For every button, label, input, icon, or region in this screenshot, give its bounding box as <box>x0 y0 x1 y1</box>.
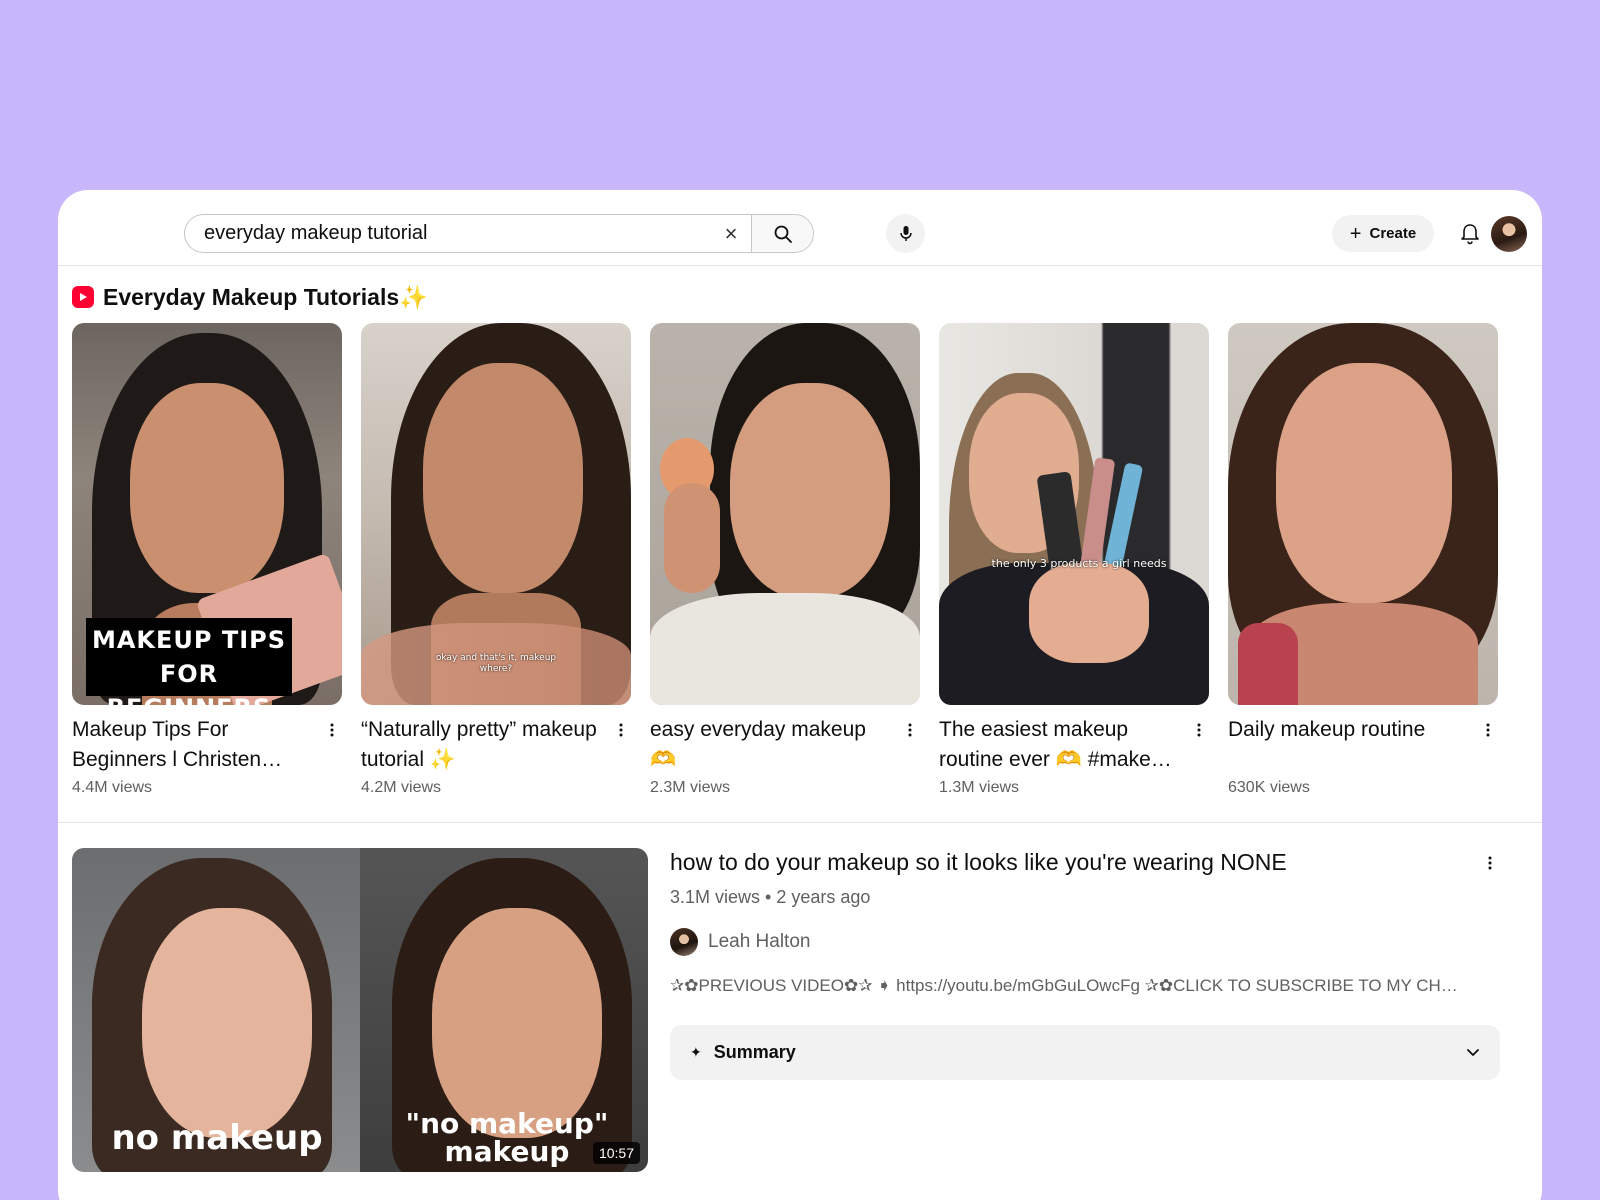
short-thumbnail[interactable]: the only 3 products a girl needs <box>939 323 1209 705</box>
more-vertical-icon <box>619 723 623 737</box>
short-card[interactable]: easy everyday makeup 🫶 2.3M views <box>650 323 920 797</box>
short-thumbnail[interactable]: okay and that's it, makeup where? <box>361 323 631 705</box>
short-thumbnail[interactable] <box>1228 323 1498 705</box>
thumbnail-overlay-text: MAKEUP TIPS FOR BEGINNERS <box>86 618 292 705</box>
clear-search-button[interactable]: × <box>711 215 751 252</box>
shorts-icon <box>72 286 94 308</box>
short-card[interactable]: Daily makeup routine 630K views <box>1228 323 1498 797</box>
more-vertical-icon <box>1486 723 1490 737</box>
short-views: 2.3M views <box>650 779 731 796</box>
video-info: how to do your makeup so it looks like y… <box>670 848 1500 996</box>
summary-button[interactable]: ✦ Summary <box>670 1025 1500 1080</box>
microphone-icon <box>899 225 912 241</box>
short-views: 4.4M views <box>72 779 153 796</box>
voice-search-button[interactable] <box>886 214 925 253</box>
channel-avatar[interactable] <box>670 928 698 956</box>
short-title[interactable]: Makeup Tips For Beginners l Christen… <box>72 715 310 775</box>
short-card[interactable]: MAKEUP TIPS FOR BEGINNERS Makeup Tips Fo… <box>72 323 342 797</box>
chevron-down-icon <box>1467 1048 1479 1056</box>
create-button[interactable]: + Create <box>1332 215 1434 252</box>
section-divider <box>58 822 1542 823</box>
create-label: Create <box>1369 225 1417 242</box>
browser-window: × + Create <box>58 190 1542 1200</box>
shelf-header: Everyday Makeup Tutorials✨ <box>72 282 428 312</box>
shelf-title: Everyday Makeup Tutorials✨ <box>103 283 428 310</box>
thumbnail-left-text: no makeup <box>111 1118 323 1158</box>
plus-icon: + <box>1349 222 1362 245</box>
more-vertical-icon <box>1197 723 1201 737</box>
short-thumbnail[interactable]: MAKEUP TIPS FOR BEGINNERS <box>72 323 342 705</box>
search-icon <box>774 225 792 243</box>
short-title[interactable]: Daily makeup routine <box>1228 715 1466 745</box>
short-views: 1.3M views <box>939 779 1020 796</box>
short-views: 4.2M views <box>361 779 442 796</box>
more-options-button[interactable] <box>1191 715 1207 745</box>
short-title[interactable]: easy everyday makeup 🫶 <box>650 715 888 775</box>
channel-name[interactable]: Leah Halton <box>708 931 810 953</box>
short-card[interactable]: the only 3 products a girl needs The eas… <box>939 323 1209 797</box>
more-options-button[interactable] <box>902 715 918 745</box>
more-options-button[interactable] <box>324 715 340 745</box>
search-box: × <box>184 214 814 253</box>
short-title[interactable]: The easiest makeup routine ever 🫶 #make… <box>939 715 1177 775</box>
account-avatar[interactable] <box>1491 216 1527 252</box>
video-description: ✰✿PREVIOUS VIDEO✿✰ ➧ https://youtu.be/mG… <box>670 976 1458 995</box>
close-icon: × <box>724 220 738 246</box>
thumbnail-right-text: "no makeup" makeup <box>405 1107 609 1168</box>
short-views: 630K views <box>1228 779 1310 796</box>
bell-icon <box>1461 224 1479 245</box>
short-title[interactable]: “Naturally pretty” makeup tutorial ✨ <box>361 715 599 775</box>
short-card[interactable]: okay and that's it, makeup where? “Natur… <box>361 323 631 797</box>
video-duration: 10:57 <box>592 1142 640 1164</box>
more-vertical-icon <box>1488 856 1492 870</box>
search-input[interactable] <box>185 215 711 252</box>
video-title[interactable]: how to do your makeup so it looks like y… <box>670 848 1500 876</box>
more-options-button[interactable] <box>613 715 629 745</box>
more-vertical-icon <box>330 723 334 737</box>
top-bar: × + Create <box>58 190 1542 266</box>
more-vertical-icon <box>908 723 912 737</box>
search-button[interactable] <box>751 215 813 252</box>
thumbnail-overlay-text: okay and that's it, makeup where? <box>435 653 557 674</box>
channel-link[interactable]: Leah Halton <box>670 928 1500 956</box>
summary-label: Summary <box>713 1042 796 1062</box>
sparkle-icon: ✦ <box>690 1044 702 1060</box>
more-options-button[interactable] <box>1480 715 1496 745</box>
notifications-button[interactable] <box>1454 218 1486 250</box>
thumbnail-overlay-text: the only 3 products a girl needs <box>991 557 1167 570</box>
video-thumbnail[interactable]: no makeup "no makeup" makeup 10:57 <box>72 848 648 1172</box>
video-meta: 3.1M views • 2 years ago <box>670 887 871 907</box>
video-more-options-button[interactable] <box>1482 848 1498 878</box>
short-thumbnail[interactable] <box>650 323 920 705</box>
